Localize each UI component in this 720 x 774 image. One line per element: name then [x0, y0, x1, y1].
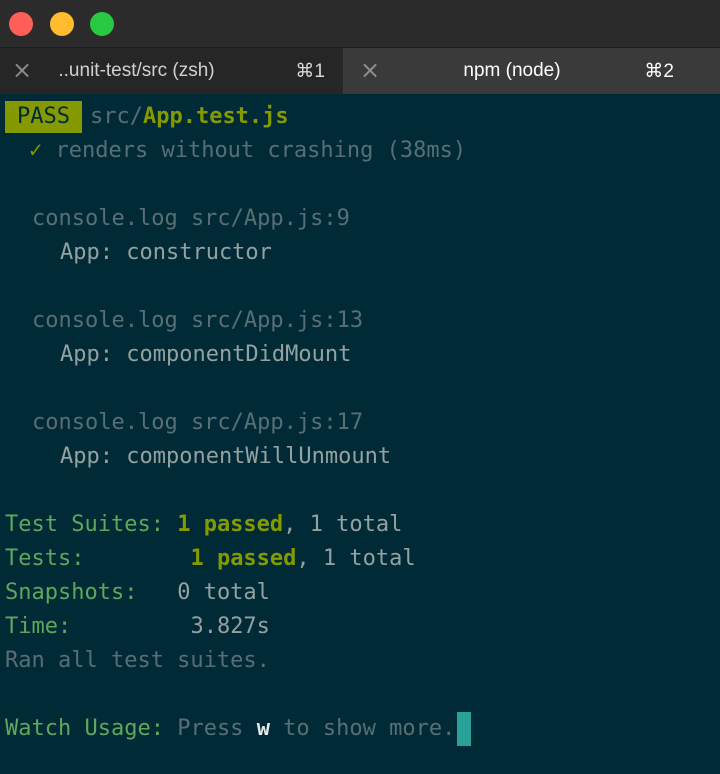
summary-time: Time: 3.827s	[5, 610, 270, 644]
tab-npm[interactable]: × npm (node) ⌘2	[344, 48, 720, 94]
summary-total: , 1 total	[283, 512, 403, 537]
terminal-output[interactable]: PASS src/App.test.js ✓ renders without cr…	[0, 94, 720, 774]
summary-tests: Tests: 1 passed, 1 total	[5, 542, 416, 576]
terminal-window: × ..unit-test/src (zsh) ⌘1 × npm (node) …	[0, 0, 720, 774]
maximize-window-button[interactable]	[90, 12, 114, 36]
log-source: console.log src/App.js:9	[32, 206, 350, 231]
watch-key: w	[256, 716, 270, 741]
log-message: App: constructor	[60, 240, 272, 265]
close-window-button[interactable]	[9, 12, 33, 36]
tab-shortcut: ⌘2	[644, 60, 674, 82]
test-case-name: renders without crashing (38ms)	[55, 138, 467, 163]
title-bar	[0, 0, 720, 48]
ran-all-text: Ran all test suites.	[5, 648, 270, 673]
log-source: console.log src/App.js:17	[32, 410, 364, 435]
tab-bar: × ..unit-test/src (zsh) ⌘1 × npm (node) …	[0, 48, 720, 95]
summary-suites: Test Suites: 1 passed, 1 total	[5, 508, 402, 542]
summary-passed: 1 passed	[190, 546, 297, 571]
minimize-window-button[interactable]	[50, 12, 74, 36]
summary-value: 3.827s	[190, 614, 270, 639]
summary-snapshots: Snapshots: 0 total	[5, 576, 270, 610]
pass-line: PASS src/App.test.js	[5, 100, 289, 134]
cursor	[457, 712, 472, 746]
summary-label: Tests:	[5, 546, 85, 571]
watch-press: Press	[177, 716, 257, 741]
check-icon: ✓	[29, 138, 43, 163]
summary-label: Test Suites:	[5, 512, 164, 537]
summary-label: Time:	[5, 614, 72, 639]
summary-total: , 1 total	[296, 546, 416, 571]
tab-zsh[interactable]: × ..unit-test/src (zsh) ⌘1	[0, 48, 344, 94]
test-case-line: ✓ renders without crashing (38ms)	[29, 134, 466, 168]
tab-title: ..unit-test/src (zsh)	[58, 60, 215, 81]
summary-passed: 1 passed	[177, 512, 284, 537]
test-file-name: App.test.js	[142, 104, 289, 129]
watch-label: Watch Usage:	[5, 716, 164, 741]
watch-rest: to show more.	[269, 716, 456, 741]
log-message: App: componentWillUnmount	[60, 444, 392, 469]
pass-badge: PASS	[5, 101, 82, 133]
tab-shortcut: ⌘1	[295, 60, 325, 82]
log-message: App: componentDidMount	[60, 342, 352, 367]
log-source: console.log src/App.js:13	[32, 308, 364, 333]
watch-usage-line: Watch Usage: Press w to show more.	[5, 712, 472, 746]
test-file-dir: src/	[89, 104, 143, 129]
summary-value: 0 total	[177, 580, 270, 605]
summary-label: Snapshots:	[5, 580, 138, 605]
tab-title: npm (node)	[463, 60, 561, 81]
